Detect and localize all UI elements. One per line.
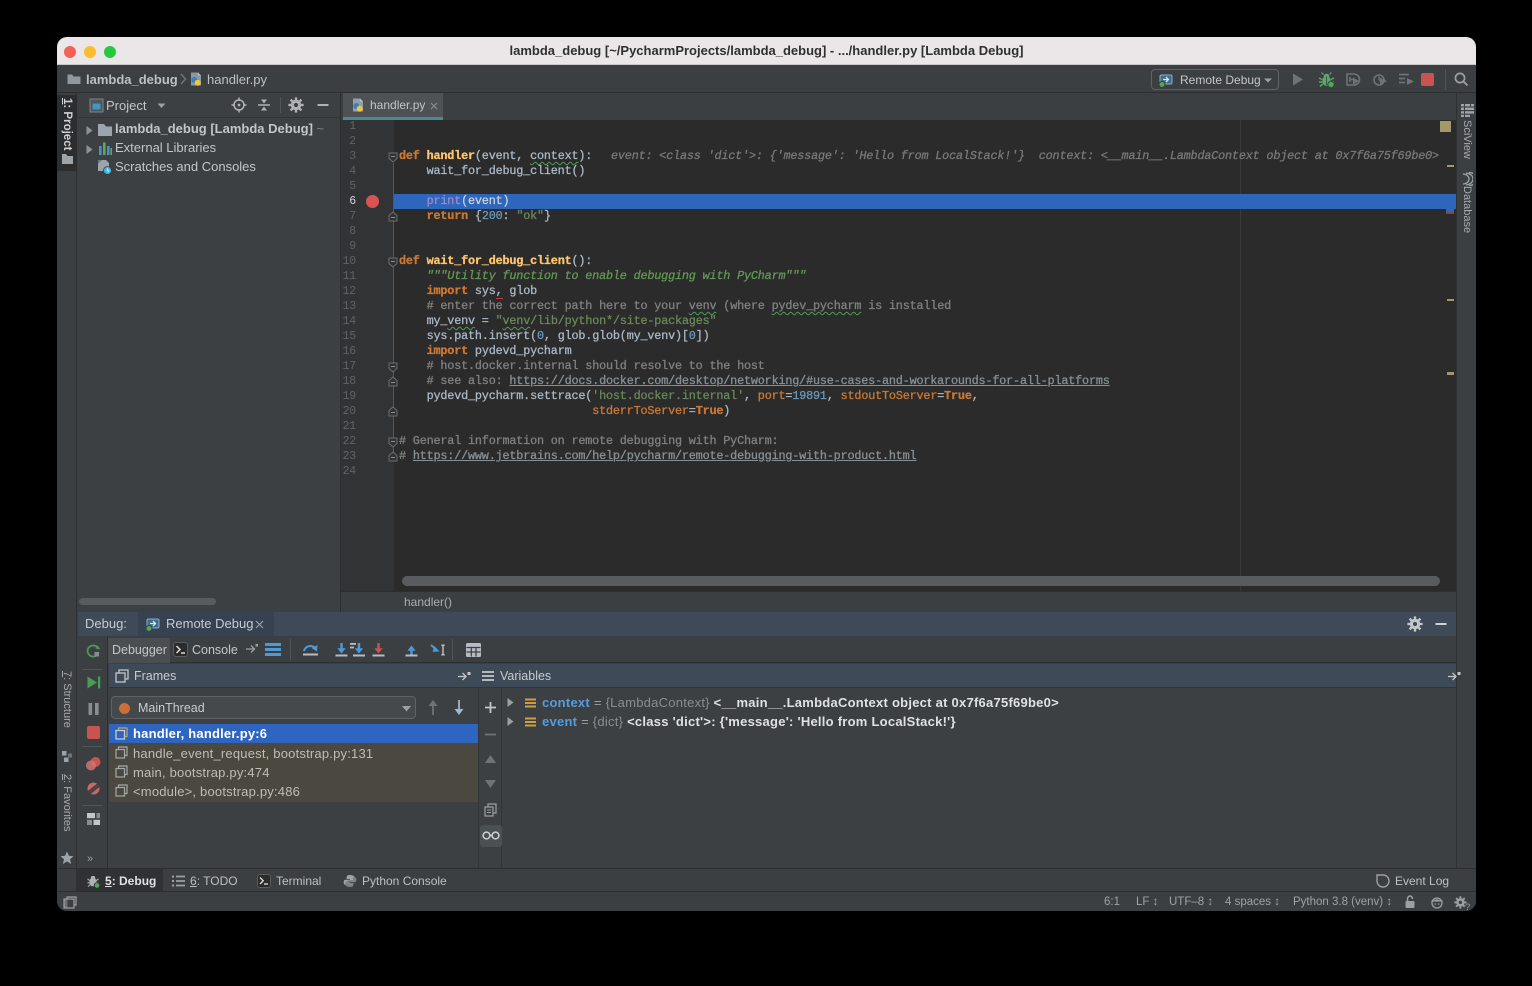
svg-text:?: ? [1465, 902, 1470, 911]
